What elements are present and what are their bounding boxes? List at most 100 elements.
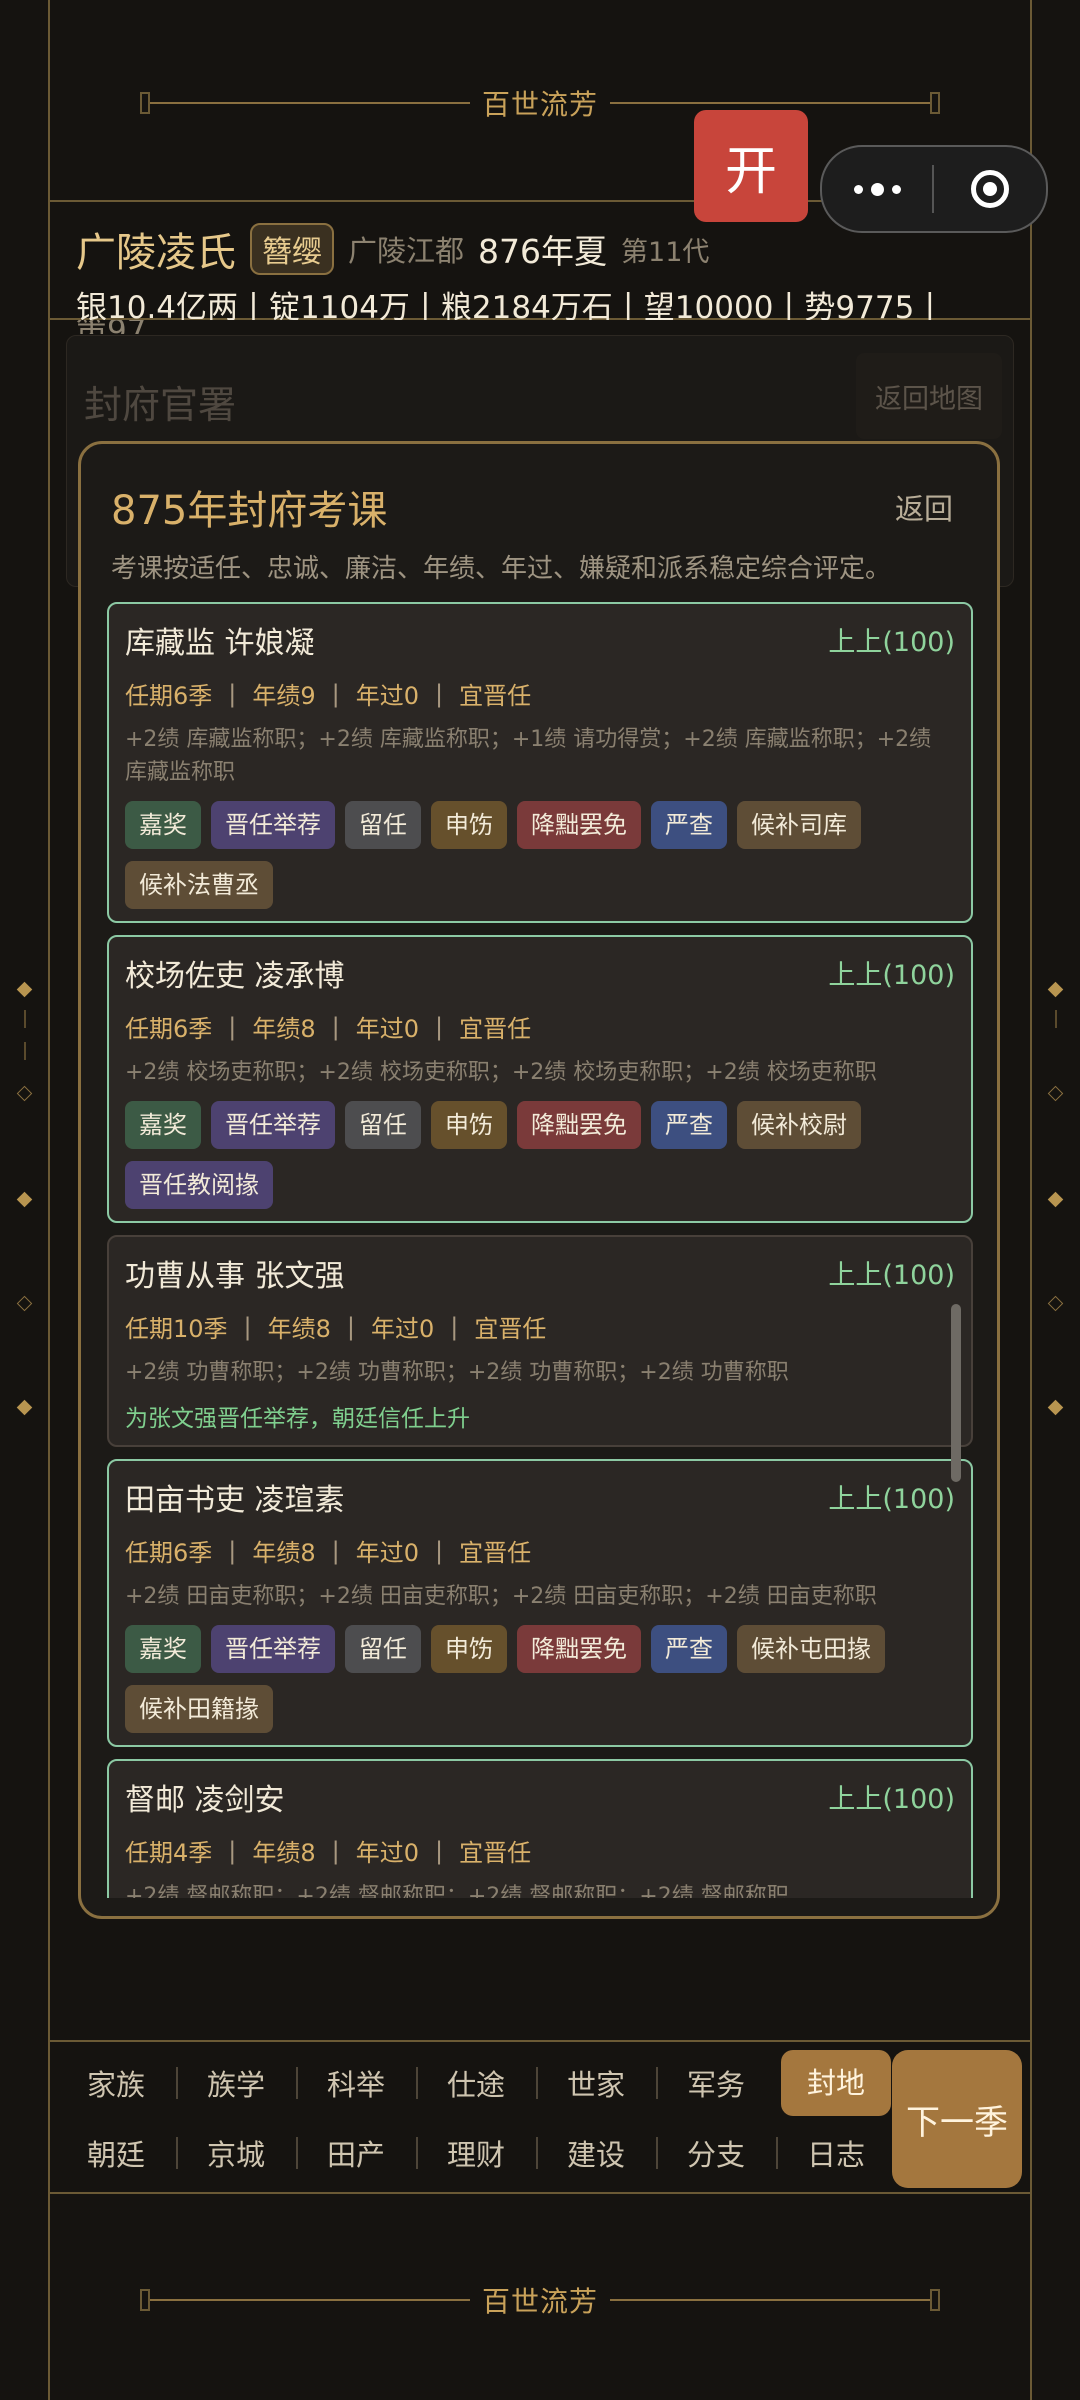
official-card: 功曹从事 张文强 上上(100) 任期10季 | 年绩8 | 年过0 | 宜晋任 +2…	[107, 1235, 973, 1447]
list-scrollbar[interactable]	[951, 1304, 961, 1482]
official-card: 督邮 凌剑安 上上(100) 任期4季 | 年绩8 | 年过0 | 宜晋任 +2绩 督…	[107, 1759, 973, 1898]
retain-button[interactable]: 留任	[345, 1625, 421, 1673]
banner-cap	[930, 92, 941, 114]
advice: 宜晋任	[474, 1315, 547, 1343]
next-season-button[interactable]: 下一季	[892, 2050, 1022, 2188]
promote-post-button[interactable]: 晋任教阅掾	[125, 1161, 273, 1209]
advice: 宜晋任	[459, 682, 532, 710]
modal-back-button[interactable]: 返回	[895, 486, 953, 528]
candidate-post-button[interactable]: 候补屯田掾	[737, 1625, 885, 1673]
official-meta: 任期6季 | 年绩8 | 年过0 | 宜晋任	[125, 1533, 955, 1568]
nav-item-military[interactable]: 军务	[656, 2062, 776, 2104]
bottom-nav: 家族 族学 科举 仕途 世家 军务 封地 朝廷 京城 田产 理财 建设 分支 日…	[56, 2048, 896, 2188]
meta-separator: |	[243, 1312, 252, 1341]
retain-button[interactable]: 留任	[345, 1101, 421, 1149]
resource-stats-overflow: 策97	[76, 320, 976, 334]
tenure: 任期10季	[125, 1315, 228, 1343]
nav-item-clan-school[interactable]: 族学	[176, 2062, 296, 2104]
nav-row-1: 家族 族学 科举 仕途 世家 军务 封地	[56, 2048, 896, 2118]
recommend-promotion-button[interactable]: 晋任举荐	[211, 1101, 335, 1149]
nav-item-clans[interactable]: 世家	[536, 2062, 656, 2104]
retain-button[interactable]: 留任	[345, 801, 421, 849]
nav-item-finance[interactable]: 理财	[416, 2132, 536, 2174]
candidate-post-button[interactable]: 候补司库	[737, 801, 861, 849]
dismiss-button[interactable]: 降黜罢免	[517, 1101, 641, 1149]
candidate-post-button[interactable]: 候补田籍掾	[125, 1685, 273, 1733]
banner-line	[610, 102, 931, 104]
official-card: 校场佐吏 凌承博 上上(100) 任期6季 | 年绩8 | 年过0 | 宜晋任 +2绩…	[107, 935, 973, 1223]
action-chips: 嘉奖 晋任举荐 留任 申饬 降黜罢免 严查 候补司库 候补法曹丞	[125, 801, 955, 909]
side-ornament-icon	[16, 1085, 33, 1102]
commend-button[interactable]: 嘉奖	[125, 801, 201, 849]
merit-log: +2绩 功曹称职；+2绩 功曹称职；+2绩 功曹称职；+2绩 功曹称职	[125, 1360, 789, 1385]
banner-line	[150, 2299, 470, 2301]
side-ornament-icon	[1047, 981, 1064, 998]
reprimand-button[interactable]: 申饬	[431, 801, 507, 849]
side-ornament-icon	[16, 981, 33, 998]
reprimand-button[interactable]: 申饬	[431, 1625, 507, 1673]
nav-item-capital[interactable]: 京城	[176, 2132, 296, 2174]
nav-item-branches[interactable]: 分支	[656, 2132, 776, 2174]
evaluation-grade: 上上(100)	[828, 1784, 955, 1815]
resource-stats: 银10.4亿两丨锭1104万丨粮2184万石丨望10000丨势9775丨	[76, 290, 946, 320]
family-name: 广陵凌氏	[76, 230, 236, 276]
official-list[interactable]: 库藏监 许娘凝 上上(100) 任期6季 | 年绩9 | 年过0 | 宜晋任 +2绩 …	[107, 602, 973, 1898]
more-menu-icon[interactable]	[822, 182, 932, 196]
rank-badge: 簪缨	[250, 223, 334, 275]
investigate-button[interactable]: 严查	[651, 1625, 727, 1673]
tenure: 任期6季	[125, 1015, 213, 1043]
recommend-promotion-button[interactable]: 晋任举荐	[211, 801, 335, 849]
banner-cap	[140, 92, 150, 114]
banner-line	[150, 102, 470, 104]
meta-separator: |	[435, 1536, 444, 1565]
action-chips: 嘉奖 晋任举荐 留任 申饬 降黜罢免 严查 候补屯田掾 候补田籍掾	[125, 1625, 955, 1733]
side-ornament-icon	[1047, 1399, 1064, 1416]
frame-nav-bottom-divider	[48, 2192, 1032, 2194]
side-ornament-icon	[1047, 1191, 1064, 1208]
tenure: 任期6季	[125, 682, 213, 710]
nav-item-log[interactable]: 日志	[776, 2132, 896, 2174]
nav-item-career[interactable]: 仕途	[416, 2062, 536, 2104]
generation: 第11代	[621, 236, 710, 268]
office-panel-title: 封府官署	[84, 383, 237, 427]
annual-merit: 年绩8	[252, 1015, 316, 1043]
nav-item-estate[interactable]: 田产	[296, 2132, 416, 2174]
annual-merit: 年绩8	[252, 1839, 316, 1867]
meta-separator: |	[331, 1012, 340, 1041]
nav-item-court[interactable]: 朝廷	[56, 2132, 176, 2174]
merit-log: +2绩 校场吏称职；+2绩 校场吏称职；+2绩 校场吏称职；+2绩 校场吏称职	[125, 1060, 877, 1085]
dismiss-button[interactable]: 降黜罢免	[517, 801, 641, 849]
commend-button[interactable]: 嘉奖	[125, 1625, 201, 1673]
meta-separator: |	[228, 1836, 237, 1865]
banner-title: 百世流芳	[482, 2285, 599, 2318]
meta-separator: |	[331, 1536, 340, 1565]
open-button[interactable]: 开	[694, 110, 808, 222]
annual-fault: 年过0	[355, 1539, 420, 1567]
banner-cap	[140, 2289, 150, 2311]
candidate-post-button[interactable]: 候补法曹丞	[125, 861, 273, 909]
dismiss-button[interactable]: 降黜罢免	[517, 1625, 641, 1673]
side-ornament-dash	[24, 1042, 26, 1060]
annual-fault: 年过0	[371, 1315, 435, 1343]
nav-item-construction[interactable]: 建设	[536, 2132, 656, 2174]
commend-button[interactable]: 嘉奖	[125, 1101, 201, 1149]
nav-item-fief[interactable]: 封地	[781, 2050, 891, 2116]
investigate-button[interactable]: 严查	[651, 1101, 727, 1149]
side-ornament-icon	[1047, 1085, 1064, 1102]
candidate-post-button[interactable]: 候补校尉	[737, 1101, 861, 1149]
reprimand-button[interactable]: 申饬	[431, 1101, 507, 1149]
recommend-promotion-button[interactable]: 晋任举荐	[211, 1625, 335, 1673]
modal-title: 875年封府考课	[111, 488, 388, 534]
return-to-map-button[interactable]: 返回地图	[856, 353, 1002, 439]
evaluation-grade: 上上(100)	[828, 1484, 955, 1515]
banner-cap	[930, 2289, 941, 2311]
side-ornament-dash	[1055, 1010, 1057, 1028]
close-miniprogram-icon[interactable]	[934, 170, 1046, 208]
meta-separator: |	[346, 1312, 356, 1341]
nav-item-family[interactable]: 家族	[56, 2062, 176, 2104]
nav-item-exam[interactable]: 科举	[296, 2062, 416, 2104]
evaluation-modal: 875年封府考课 返回 考课按适任、忠诚、廉洁、年绩、年过、嫌疑和派系稳定综合评…	[78, 441, 1000, 1919]
banner-title: 百世流芳	[482, 88, 599, 121]
investigate-button[interactable]: 严查	[651, 801, 727, 849]
meta-separator: |	[331, 679, 340, 708]
